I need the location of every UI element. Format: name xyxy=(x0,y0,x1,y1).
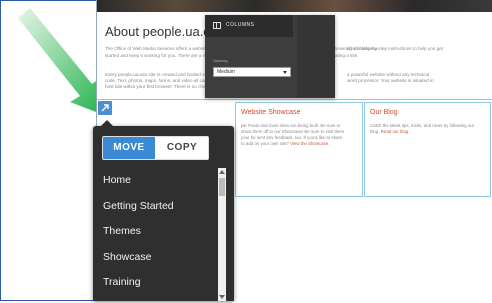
move-copy-menu: MOVE COPY Home Getting Started Themes Sh… xyxy=(93,120,234,301)
showcase-link[interactable]: View the Showcase. xyxy=(290,141,329,146)
blog-text: blog. xyxy=(370,129,380,134)
columns-icon xyxy=(213,22,221,29)
page-list-item[interactable]: Getting Started xyxy=(93,194,218,220)
move-handle-button[interactable] xyxy=(98,101,112,115)
annotation-arrow-shape xyxy=(18,8,100,112)
blog-text-line: blog. Read our blog. xyxy=(370,129,410,135)
move-arrow-icon xyxy=(101,104,109,112)
scroll-up-icon[interactable] xyxy=(219,170,225,174)
blog-link[interactable]: Read our blog. xyxy=(381,129,410,134)
columns-popup-side-panel xyxy=(297,15,335,98)
scroll-down-icon[interactable] xyxy=(219,295,225,299)
page-list-item[interactable]: Home xyxy=(93,168,218,194)
showcase-text-line: to add on your own site? View the Showca… xyxy=(241,141,330,147)
columns-popup-title: COLUMNS xyxy=(226,22,255,28)
body-paragraph-line: host bits within your first browser. The… xyxy=(105,84,215,89)
showcase-column[interactable]: Website Showcase ple Posts and more site… xyxy=(235,102,363,197)
blog-title: Our Blog xyxy=(370,109,398,116)
annotation-arrow xyxy=(18,8,100,112)
row-outline xyxy=(97,99,492,100)
menu-caret xyxy=(101,120,113,126)
chevron-down-icon xyxy=(283,71,287,74)
columns-popup-header: COLUMNS xyxy=(205,15,293,37)
page-list-item[interactable]: Training xyxy=(93,270,218,296)
hero-image xyxy=(97,0,492,12)
showcase-title: Website Showcase xyxy=(241,109,301,116)
scrollbar-thumb[interactable] xyxy=(219,178,225,196)
columns-settings-popup: COLUMNS Spacing Medium xyxy=(205,15,335,98)
spacing-label: Spacing xyxy=(213,58,228,63)
spacing-select-value: Medium xyxy=(217,69,235,75)
move-button[interactable]: MOVE xyxy=(103,137,155,159)
page-list-item[interactable]: Showcase xyxy=(93,245,218,271)
page-list-item[interactable]: Themes xyxy=(93,219,218,245)
blog-column[interactable]: Our Blog Catch the latest tips, tricks, … xyxy=(364,102,491,197)
copy-button[interactable]: COPY xyxy=(156,137,208,159)
page-list-scrollbar[interactable] xyxy=(218,168,226,301)
about-paragraph-right-line: all and step-by-step instructions to hel… xyxy=(347,46,444,51)
spacing-select[interactable]: Medium xyxy=(213,67,291,77)
showcase-text: to add on your own site? xyxy=(241,141,289,146)
move-copy-toggle: MOVE COPY xyxy=(102,136,209,160)
page-list: Home Getting Started Themes Showcase Tra… xyxy=(93,168,218,296)
about-paragraph-right-line: word processor. Your website is situated… xyxy=(347,78,434,83)
